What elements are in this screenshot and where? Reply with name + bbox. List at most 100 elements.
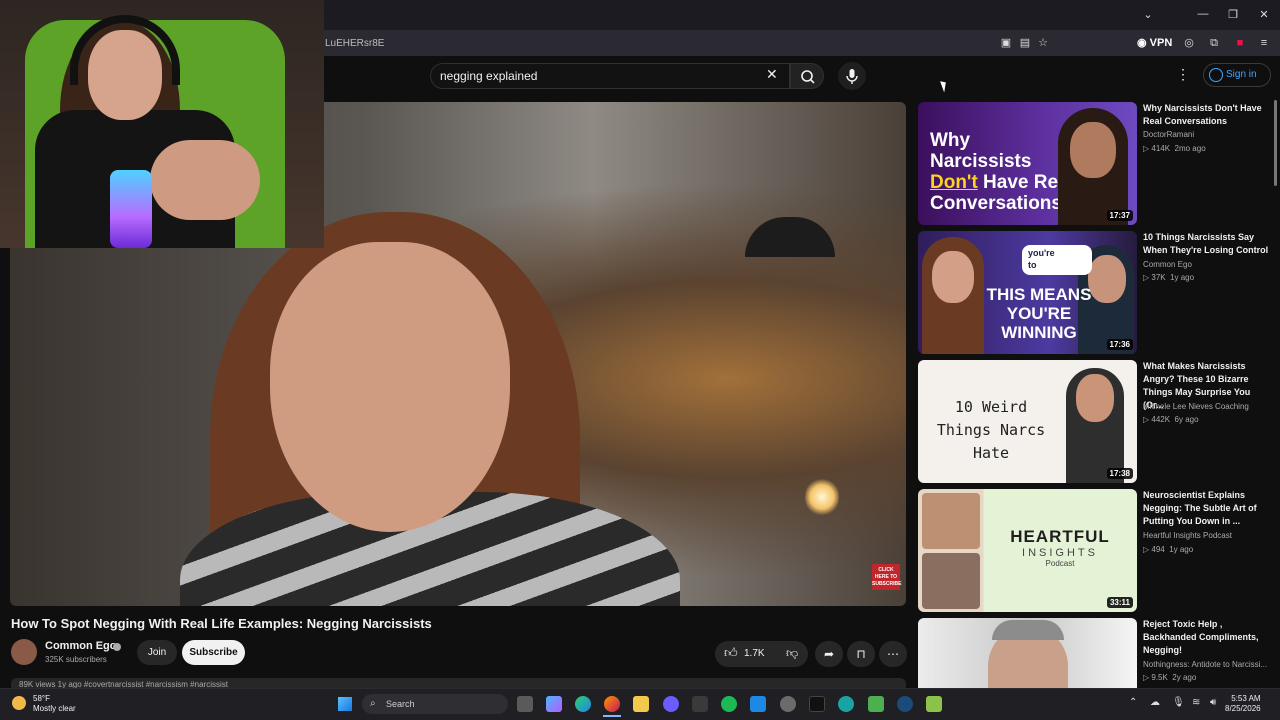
weather-widget[interactable]: 58°F Mostly clear <box>33 694 76 714</box>
rec-channel-2[interactable]: Common Ego <box>1143 260 1192 269</box>
bookmark-star-icon[interactable]: ☆ <box>1036 36 1050 50</box>
rec-thumbnail-1[interactable]: Why Narcissists Don't Have Real Conversa… <box>918 102 1137 225</box>
bubble-text: to <box>1028 260 1037 270</box>
thumb-text: Why Narcissists Don't Have Real Conversa… <box>930 130 1074 214</box>
extension-badge-icon[interactable]: ■ <box>1233 36 1247 50</box>
speech-bubble: you're to <box>1022 245 1092 275</box>
tray-chevron-icon[interactable]: ⌃ <box>1129 697 1137 708</box>
age: 2y ago <box>1172 673 1197 682</box>
rec-channel-1[interactable]: DoctorRamani <box>1143 130 1194 139</box>
microsoft-store-icon[interactable] <box>692 696 708 712</box>
more-actions-button[interactable]: ⋯ <box>879 641 907 667</box>
extensions-icon[interactable]: ⧉ <box>1207 36 1221 50</box>
join-button[interactable]: Join <box>137 640 177 665</box>
tab-list-chevron-icon[interactable]: ⌄ <box>1137 8 1159 21</box>
edge-icon[interactable] <box>575 696 591 712</box>
rec-thumbnail-3[interactable]: 10 Weird Things Narcs Hate 17:38 <box>918 360 1137 483</box>
windows-start-icon[interactable] <box>338 697 352 711</box>
voice-search-button[interactable] <box>838 62 866 90</box>
search-icon <box>801 70 815 84</box>
volume-icon[interactable]: 🔊︎ <box>1210 697 1216 708</box>
thumb-line: WINNING <box>1001 323 1077 342</box>
thumb-face <box>1070 122 1116 178</box>
thumb-line: Things Narcs <box>936 421 1046 439</box>
picture-in-picture-icon[interactable]: ▣ <box>999 36 1013 50</box>
thumb-line: Don't Have Real <box>930 172 1074 193</box>
thumb-line: Why <box>930 130 971 151</box>
sign-in-button[interactable]: Sign in <box>1203 63 1271 87</box>
dislike-icon[interactable]: 👎︎ <box>786 646 798 661</box>
save-button[interactable]: ⊓ <box>847 641 875 667</box>
spotify-icon[interactable] <box>721 696 737 712</box>
like-icon[interactable]: 👍︎ <box>724 645 738 661</box>
thumb-line: Podcast <box>1045 559 1075 568</box>
reader-view-icon[interactable]: ▤ <box>1018 36 1032 50</box>
mail-icon[interactable] <box>750 696 766 712</box>
close-window-button[interactable]: ✕ <box>1253 8 1275 21</box>
search-icon: ⌕ <box>370 698 376 709</box>
rec-thumbnail-5[interactable] <box>918 618 1137 688</box>
thumb-line: Narcissists <box>930 151 1032 172</box>
tiktok-icon[interactable] <box>809 696 825 712</box>
channel-name[interactable]: Common Ego <box>45 640 117 652</box>
temperature: 58°F <box>33 694 50 703</box>
firefox-icon[interactable] <box>604 696 620 712</box>
thumb-line: Conversations <box>930 193 1062 214</box>
video-title: How To Spot Negging With Real Life Examp… <box>11 616 432 631</box>
thumb-guest-top <box>922 493 980 549</box>
lamp-light <box>805 477 839 517</box>
thumb-line: YOU'RE <box>1006 304 1072 323</box>
search-input[interactable] <box>440 69 760 83</box>
settings-kebab-icon[interactable]: ⋮ <box>1176 66 1190 83</box>
thumb-line: THIS MEANS <box>986 285 1092 304</box>
thumb-highlight: Don't <box>930 172 978 193</box>
clear-search-icon[interactable]: ✕ <box>766 66 778 83</box>
subscribe-watermark[interactable]: CLICK HERE TO SUBSCRIBE <box>872 564 901 590</box>
url-text[interactable]: LuEHERsr8E <box>325 38 384 49</box>
mic-tray-icon[interactable]: 🎙︎ <box>1172 697 1185 708</box>
notepad-icon[interactable] <box>926 696 942 712</box>
search-button[interactable] <box>790 63 824 89</box>
rec-title-2[interactable]: 10 Things Narcissists Say When They're L… <box>1143 231 1271 257</box>
rec-thumbnail-2[interactable]: you're to THIS MEANS YOU'RE WINNING 17:3… <box>918 231 1137 354</box>
copilot-icon[interactable] <box>546 696 562 712</box>
subscribe-button[interactable]: Subscribe <box>182 640 245 665</box>
account-icon[interactable]: ◎ <box>1182 36 1196 50</box>
rec-thumbnail-4[interactable]: HEARTFUL INSIGHTS Podcast 33:11 <box>918 489 1137 612</box>
share-button[interactable]: ➦ <box>815 641 843 667</box>
wifi-icon[interactable]: ≋ <box>1192 697 1200 708</box>
views: 414K <box>1151 144 1171 153</box>
weather-moon-icon[interactable] <box>12 696 26 710</box>
taskbar-search-label: Search <box>386 699 415 709</box>
minimize-button[interactable]: — <box>1192 8 1214 20</box>
views: 9.5K <box>1151 673 1168 682</box>
rec-title-5[interactable]: Reject Toxic Help , Backhanded Complimen… <box>1143 618 1271 657</box>
vpn-button[interactable]: ◉ VPN <box>1137 36 1172 49</box>
thumb-line: Hate <box>972 444 1010 462</box>
like-count[interactable]: 1.7K <box>744 648 765 659</box>
menu-icon[interactable]: ≡ <box>1257 36 1271 50</box>
scrollbar-thumb[interactable] <box>1274 100 1277 186</box>
rec-meta-4: ▷ 494 1y ago <box>1143 545 1194 554</box>
rec-title-4[interactable]: Neuroscientist Explains Negging: The Sub… <box>1143 489 1271 528</box>
steam-icon[interactable] <box>897 696 913 712</box>
file-explorer-icon[interactable] <box>633 696 649 712</box>
rec-channel-3[interactable]: Michele Lee Nieves Coaching <box>1143 402 1249 411</box>
thumb-face <box>1076 374 1114 422</box>
minecraft-icon[interactable] <box>868 696 884 712</box>
maximize-button[interactable]: ❐ <box>1222 8 1244 21</box>
streamer-knee <box>150 140 260 220</box>
rec-channel-5[interactable]: Nothingness: Antidote to Narcissi... <box>1143 660 1267 669</box>
settings-icon[interactable] <box>780 696 796 712</box>
globe-app-icon[interactable] <box>838 696 854 712</box>
rgb-microphone <box>110 170 152 248</box>
task-view-icon[interactable] <box>517 696 533 712</box>
onedrive-icon[interactable]: ☁ <box>1150 697 1160 708</box>
taskbar-search[interactable]: ⌕ Search <box>362 694 508 714</box>
system-clock[interactable]: 5:53 AM 8/25/2026 <box>1225 694 1261 714</box>
rec-channel-4[interactable]: Heartful Insights Podcast <box>1143 531 1232 540</box>
rec-title-1[interactable]: Why Narcissists Don't Have Real Conversa… <box>1143 102 1271 128</box>
rec-meta-2: ▷ 37K 1y ago <box>1143 273 1195 282</box>
channel-avatar[interactable] <box>11 639 37 665</box>
discord-icon[interactable] <box>663 696 679 712</box>
